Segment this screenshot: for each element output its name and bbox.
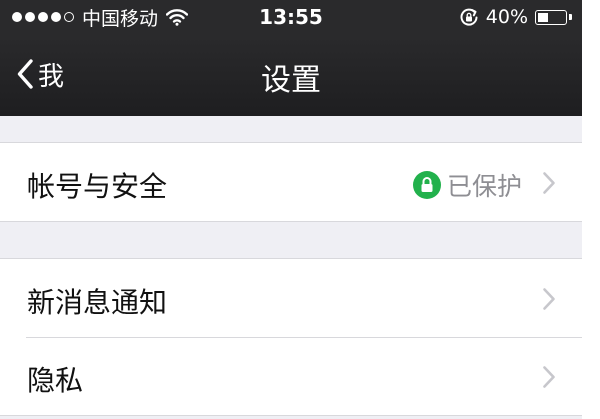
row-label: 新消息通知 <box>27 286 168 319</box>
lock-icon <box>412 171 441 199</box>
page-title: 设置 <box>261 63 321 98</box>
chevron-right-icon <box>543 288 555 310</box>
battery-fill <box>538 12 548 22</box>
settings-row-privacy[interactable]: 隐私 <box>0 337 582 415</box>
battery-tip <box>569 14 572 20</box>
status-right: 40% <box>459 5 572 29</box>
settings-list: 帐号与安全 已保护 新消息通知 隐私 <box>0 116 582 419</box>
chevron-right-icon <box>543 366 555 388</box>
settings-group-general: 新消息通知 隐私 <box>0 258 582 416</box>
settings-group-account: 帐号与安全 已保护 <box>0 142 582 222</box>
battery-percent: 40% <box>485 6 528 28</box>
protection-status-label: 已保护 <box>446 172 522 201</box>
rotation-lock-icon <box>460 8 478 26</box>
protection-status: 已保护 <box>412 167 522 203</box>
battery-icon <box>535 9 567 25</box>
chevron-right-icon <box>543 172 555 194</box>
row-label: 隐私 <box>27 364 84 397</box>
settings-row-account-security[interactable]: 帐号与安全 已保护 <box>0 143 582 221</box>
navigation-bar: 我 设置 <box>0 36 582 116</box>
settings-row-notifications[interactable]: 新消息通知 <box>0 259 582 337</box>
row-label: 帐号与安全 <box>27 170 168 203</box>
status-bar: 中国移动 13:55 40% <box>0 0 582 36</box>
